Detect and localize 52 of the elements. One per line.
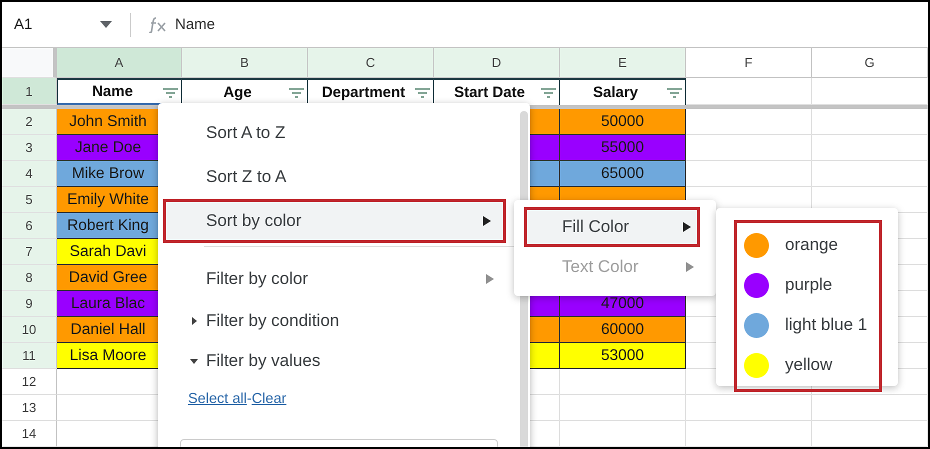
header-text: Age: [223, 84, 252, 101]
header-text: Department: [322, 84, 406, 101]
color-option[interactable]: light blue 1: [737, 305, 868, 345]
table-cell: 60000: [560, 317, 686, 343]
filter-icon[interactable]: [541, 88, 556, 98]
row-number[interactable]: 7: [2, 239, 57, 265]
row-number[interactable]: 1: [2, 78, 57, 105]
row-number[interactable]: 5: [2, 187, 57, 213]
formula-text: Name: [175, 16, 216, 33]
row-number[interactable]: 3: [2, 135, 57, 161]
row-number[interactable]: 12: [2, 369, 57, 395]
row-number[interactable]: 6: [2, 213, 57, 239]
column-header[interactable]: F: [686, 48, 812, 78]
filter-icon[interactable]: [415, 88, 430, 98]
cell-reference[interactable]: A1: [14, 16, 98, 33]
color-option[interactable]: purple: [737, 265, 832, 305]
menu-item[interactable]: Fill Color: [524, 207, 700, 247]
row-number[interactable]: 14: [2, 421, 57, 447]
select-all-link[interactable]: Select all: [188, 391, 247, 407]
filter-icon[interactable]: [289, 88, 304, 98]
header-text: Start Date: [454, 84, 525, 101]
row-number[interactable]: 11: [2, 343, 57, 369]
dropdown-caret-icon[interactable]: [100, 21, 112, 28]
row-number[interactable]: 13: [2, 395, 57, 421]
column-header[interactable]: E: [560, 48, 686, 78]
submenu-arrow-icon: [483, 216, 491, 226]
row-number[interactable]: 2: [2, 109, 57, 135]
filter-icon[interactable]: [667, 88, 682, 98]
row-number[interactable]: 8: [2, 265, 57, 291]
filter-icon[interactable]: [163, 88, 178, 98]
header-text: Name: [92, 83, 133, 100]
table-cell: 53000: [560, 343, 686, 369]
row-number[interactable]: 9: [2, 291, 57, 317]
color-option[interactable]: yellow: [737, 345, 832, 385]
submenu-arrow-icon: [486, 274, 494, 284]
menu-item[interactable]: Sort by color: [163, 199, 506, 243]
column-header[interactable]: G: [812, 48, 928, 78]
column-header[interactable]: C: [308, 48, 434, 78]
column-header[interactable]: D: [434, 48, 560, 78]
column-header[interactable]: B: [182, 48, 308, 78]
row-number[interactable]: 10: [2, 317, 57, 343]
header-text: Salary: [592, 84, 638, 101]
row-number[interactable]: 4: [2, 161, 57, 187]
color-option[interactable]: orange: [737, 225, 838, 265]
submenu-arrow-icon: [683, 222, 691, 232]
table-cell: 55000: [560, 135, 686, 161]
table-cell: 65000: [560, 161, 686, 187]
column-header[interactable]: A: [57, 48, 182, 78]
link-separator: -: [246, 391, 252, 407]
clear-link[interactable]: Clear: [252, 391, 286, 407]
submenu-arrow-icon: [686, 262, 694, 272]
table-cell: 50000: [560, 109, 686, 135]
